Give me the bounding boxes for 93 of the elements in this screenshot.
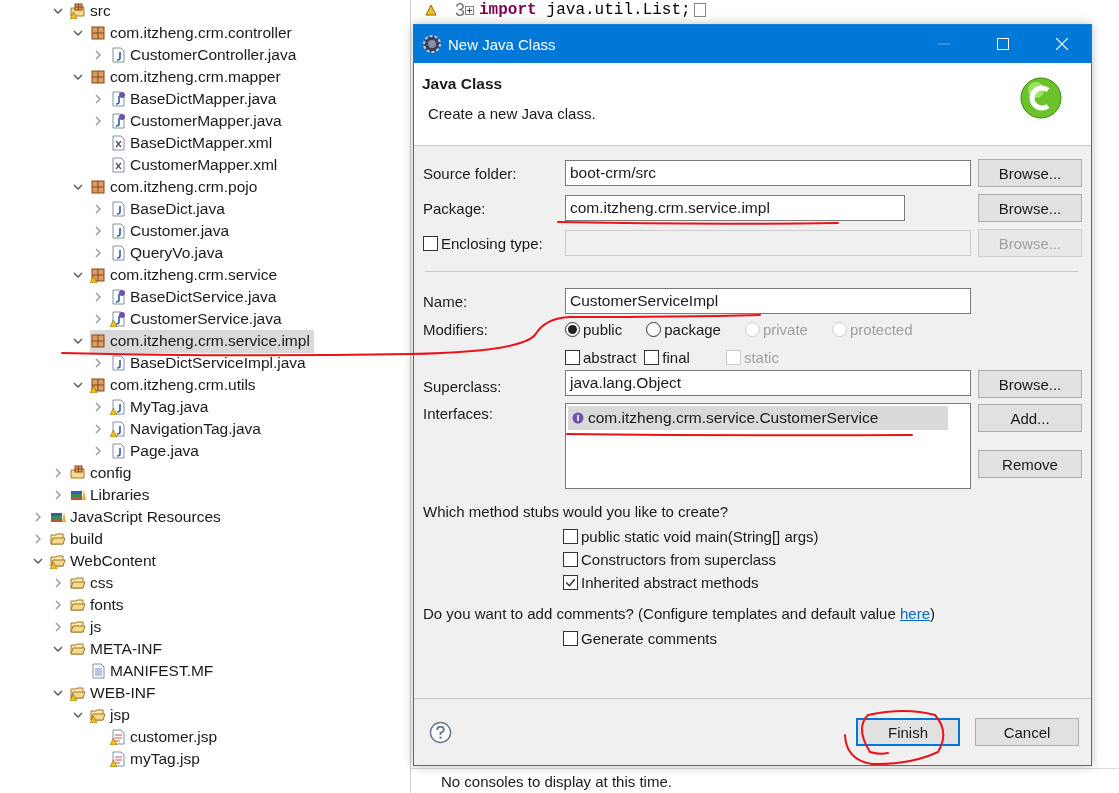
tree-item[interactable]: WebContent	[70, 552, 156, 570]
tree-item[interactable]: com.itzheng.crm.utils	[110, 376, 256, 394]
tree-item[interactable]: config	[90, 464, 132, 482]
cancel-button[interactable]: Cancel	[975, 718, 1079, 746]
remove-button[interactable]: Remove	[978, 450, 1082, 478]
tree-item[interactable]: Libraries	[90, 486, 150, 504]
question-text: Which method stubs would you like to create?	[423, 503, 730, 520]
package-field[interactable]: com.itzheng.crm.service.impl	[565, 195, 905, 221]
tree-item[interactable]: Customer.java	[130, 222, 230, 240]
tree-item[interactable]: com.itzheng.crm.pojo	[110, 178, 258, 196]
checkbox-label: public static void main(String[] args)	[581, 528, 819, 545]
enclosing-type-field[interactable]	[565, 230, 971, 256]
checkbox[interactable]	[565, 349, 580, 365]
tree-item[interactable]: QueryVo.java	[130, 244, 224, 262]
field-label: Name:	[423, 292, 469, 310]
tree-item[interactable]: BaseDictMapper.xml	[130, 134, 273, 152]
checkbox-label: abstract	[583, 348, 637, 366]
checkbox[interactable]	[423, 235, 438, 251]
tree-item[interactable]: jsp	[110, 706, 130, 724]
tree-item[interactable]: Page.java	[130, 442, 199, 460]
checkbox[interactable]	[563, 575, 578, 590]
tree-item[interactable]: fonts	[90, 596, 124, 614]
code-text: java.util.List;	[546, 1, 691, 19]
tree-item[interactable]: com.itzheng.crm.controller	[110, 24, 292, 42]
checkbox-label: Constructors from superclass	[581, 551, 777, 568]
tree-item[interactable]: build	[70, 530, 103, 548]
radio-button[interactable]	[565, 321, 580, 337]
page-heading: Java Class	[422, 75, 504, 93]
browse-button[interactable]: Browse...	[978, 370, 1082, 398]
help-icon[interactable]	[429, 720, 452, 744]
radio-label: package	[664, 320, 721, 338]
source-folder-field[interactable]: boot-crm/src	[565, 160, 971, 186]
radio-label: public	[583, 320, 623, 338]
finish-button[interactable]: Finish	[856, 718, 960, 746]
tree-item[interactable]: BaseDictService.java	[130, 288, 277, 306]
browse-button[interactable]: Browse...	[978, 159, 1082, 187]
tree-item[interactable]: MyTag.java	[130, 398, 209, 416]
checkbox[interactable]	[563, 631, 578, 646]
close-icon	[1055, 38, 1068, 50]
code-keyword: import	[479, 1, 537, 19]
field-label: Superclass:	[423, 378, 503, 395]
tree-item[interactable]: META-INF	[90, 640, 163, 658]
question-text: Do you want to add comments? (Configure templates and default value here)	[423, 605, 936, 622]
checkbox[interactable]	[563, 552, 578, 567]
interface-item[interactable]: com.itzheng.crm.service.CustomerService	[568, 406, 948, 430]
checkbox[interactable]	[644, 349, 660, 365]
tree-item[interactable]: BaseDictServiceImpl.java	[130, 354, 306, 372]
checkbox-label: static	[743, 348, 779, 366]
tree-item[interactable]: CustomerMapper.java	[130, 112, 282, 130]
tree-item[interactable]: MANIFEST.MF	[110, 662, 214, 680]
field-label: Package:	[423, 199, 487, 217]
line-number: 3	[454, 0, 465, 21]
page-description: Create a new Java class.	[427, 105, 597, 122]
maximize-icon	[996, 38, 1009, 50]
interfaces-list[interactable]: com.itzheng.crm.service.CustomerService	[565, 403, 971, 489]
window-title: New Java Class	[448, 35, 556, 53]
field-label: Interfaces:	[423, 404, 495, 422]
interface-icon	[572, 412, 584, 424]
here-link[interactable]: here	[899, 605, 930, 622]
tree-item[interactable]: CustomerMapper.xml	[130, 156, 278, 174]
tree-item[interactable]: com.itzheng.crm.service	[110, 266, 278, 284]
field-label: Source folder:	[423, 164, 518, 182]
radio-label: protected	[849, 320, 913, 338]
tree-item[interactable]: BaseDictMapper.java	[130, 90, 277, 108]
plus-icon[interactable]	[465, 5, 474, 15]
tree-item[interactable]: css	[90, 574, 114, 592]
field-label: Modifiers:	[423, 320, 490, 338]
add-button[interactable]: Add...	[978, 404, 1082, 432]
tree-item[interactable]: customer.jsp	[130, 728, 217, 746]
tree-item[interactable]: CustomerController.java	[130, 46, 297, 64]
superclass-field[interactable]: java.lang.Object	[565, 370, 971, 396]
name-field[interactable]: CustomerServiceImpl	[565, 288, 971, 314]
folded-code-marker[interactable]	[693, 3, 706, 17]
tree-item[interactable]: src	[90, 2, 111, 20]
tree-item[interactable]: WEB-INF	[90, 684, 156, 702]
radio-label: private	[762, 320, 808, 338]
radio-button[interactable]	[646, 321, 662, 337]
console-message: No consoles to display at this time.	[441, 772, 672, 790]
checkbox-label: Inherited abstract methods	[581, 574, 759, 591]
checkbox-label: Generate comments	[581, 630, 717, 647]
checkbox-label: Enclosing type:	[441, 234, 543, 252]
tree-item[interactable]: BaseDict.java	[130, 200, 225, 218]
tree-item[interactable]: com.itzheng.crm.mapper	[110, 68, 281, 86]
browse-button[interactable]: Browse...	[978, 194, 1082, 222]
gear-icon	[422, 34, 442, 54]
tree-item[interactable]: NavigationTag.java	[130, 420, 261, 438]
checkbox-label: final	[662, 348, 690, 366]
tree-item[interactable]: JavaScript Resources	[70, 508, 221, 526]
ball-icon	[1019, 76, 1063, 120]
checkbox[interactable]	[563, 529, 578, 544]
tree-item[interactable]: CustomerService.java	[130, 310, 282, 328]
tree-item[interactable]: myTag.jsp	[130, 750, 200, 768]
tree-item[interactable]: js	[90, 618, 102, 636]
